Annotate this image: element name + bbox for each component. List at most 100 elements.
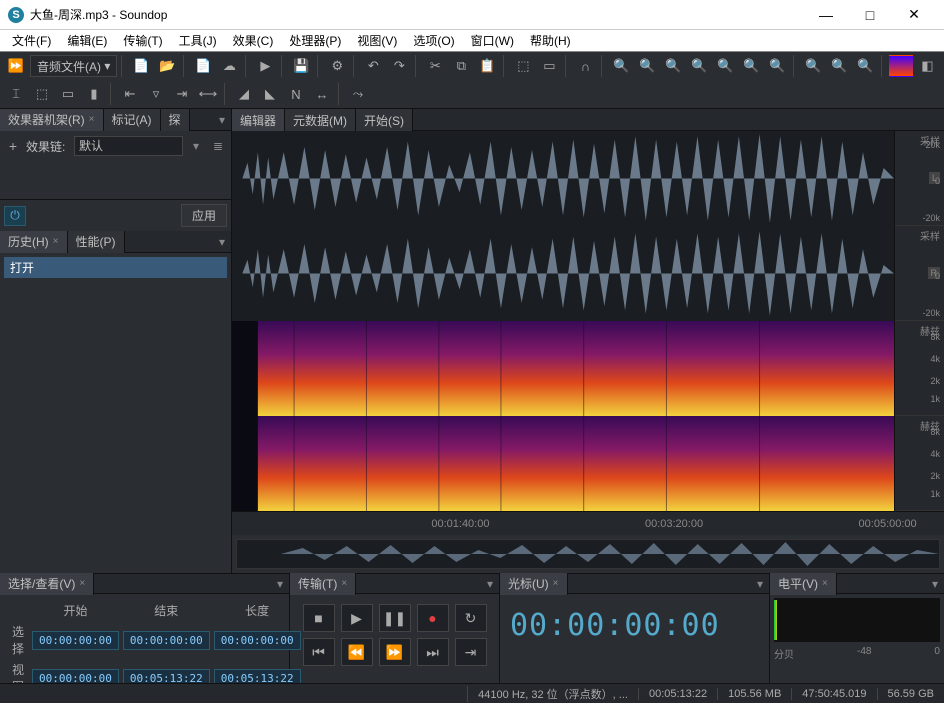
history-item[interactable]: 打开 (4, 257, 227, 278)
menu-effects[interactable]: 效果(C) (225, 30, 282, 51)
zoom-in-icon[interactable]: 🔍 (609, 55, 633, 77)
batch-icon[interactable]: ☁ (217, 55, 241, 77)
maximize-button[interactable]: □ (848, 0, 892, 30)
go-start-button[interactable]: ⏮ (303, 638, 335, 666)
reverse-icon[interactable]: ↔ (310, 83, 334, 105)
sel-start[interactable]: 00:00:00:00 (32, 631, 119, 650)
toggle-panel-icon[interactable]: ⏩ (4, 55, 28, 77)
pause-button[interactable]: ❚❚ (379, 604, 411, 632)
zoom-vin-icon[interactable]: 🔍 (801, 55, 825, 77)
marker-next-icon[interactable]: ⇥ (170, 83, 194, 105)
record-file-icon[interactable]: 📄 (191, 55, 215, 77)
panel-menu-icon[interactable]: ▾ (213, 113, 231, 127)
apply-button[interactable]: 应用 (181, 204, 227, 227)
menu-processors[interactable]: 处理器(P) (281, 30, 349, 51)
zoom-vout-icon[interactable]: 🔍 (827, 55, 851, 77)
go-end-button[interactable]: ⏭ (417, 638, 449, 666)
tool-brush-icon[interactable]: ▮ (82, 83, 106, 105)
loop-button[interactable]: ↻ (455, 604, 487, 632)
fx-preset-select[interactable]: 默认 (74, 136, 183, 156)
tab-level[interactable]: 电平(V)× (770, 573, 837, 595)
sel-len[interactable]: 00:00:00:00 (214, 631, 301, 650)
power-icon[interactable]: ⏻ (4, 206, 26, 226)
tab-cursor[interactable]: 光标(U)× (500, 573, 568, 595)
rewind-button[interactable]: ⏪ (341, 638, 373, 666)
tab-select-view[interactable]: 选择/查看(V)× (0, 573, 94, 595)
overview[interactable] (236, 539, 940, 569)
marker-region-icon[interactable]: ⟷ (196, 83, 220, 105)
panel-menu-icon[interactable]: ▾ (213, 235, 231, 249)
timeline[interactable]: 00:01:40:00 00:03:20:00 00:05:00:00 (232, 511, 944, 535)
tool-cursor-icon[interactable]: ⌶ (4, 83, 28, 105)
panel-menu-icon[interactable]: ▾ (751, 577, 769, 591)
redo-icon[interactable]: ↷ (387, 55, 411, 77)
add-effect-icon[interactable]: + (4, 138, 22, 154)
zoom-vreset-icon[interactable]: 🔍 (853, 55, 877, 77)
spectral-color-icon[interactable] (889, 55, 913, 77)
menu-window[interactable]: 窗口(W) (463, 30, 522, 51)
snap-icon[interactable]: ∩ (573, 55, 597, 77)
audiofile-selector[interactable]: 音频文件(A) ▾ (30, 55, 117, 77)
select-range-icon[interactable]: ⬚ (511, 55, 535, 77)
panel-menu-icon[interactable]: ▾ (271, 577, 289, 591)
list-icon[interactable]: ≣ (209, 139, 227, 153)
tab-transport[interactable]: 传输(T)× (290, 573, 356, 595)
select-all-icon[interactable]: ▭ (537, 55, 561, 77)
close-icon[interactable]: × (53, 236, 59, 247)
open-folder-icon[interactable]: 📂 (155, 55, 179, 77)
tab-performance[interactable]: 性能(P) (68, 231, 125, 253)
menu-edit[interactable]: 编辑(E) (59, 30, 115, 51)
close-button[interactable]: ✕ (892, 0, 936, 30)
zoom-v-icon[interactable]: 🔍 (739, 55, 763, 77)
window-title: 大鱼-周深.mp3 - Soundop (30, 6, 804, 23)
play-icon[interactable]: ▶ (253, 55, 277, 77)
tab-markers[interactable]: 标记(A) (104, 109, 161, 131)
tab-fxrack[interactable]: 效果器机架(R)× (0, 109, 104, 131)
zoom-h-icon[interactable]: 🔍 (713, 55, 737, 77)
skip-button[interactable]: ⇥ (455, 638, 487, 666)
zoom-reset-icon[interactable]: 🔍 (765, 55, 789, 77)
copy-icon[interactable]: ⧉ (449, 55, 473, 77)
tab-browse[interactable]: 探 (161, 109, 190, 131)
marker-prev-icon[interactable]: ⇤ (118, 83, 142, 105)
undo-icon[interactable]: ↶ (361, 55, 385, 77)
stop-button[interactable]: ■ (303, 604, 335, 632)
waveform-display[interactable]: 采样L20k0-20k 采样R0-20k 赫兹8k4k2k1k 赫兹8k4k2k… (232, 131, 944, 511)
settings-icon[interactable]: ⚙ (325, 55, 349, 77)
fade-in-icon[interactable]: ◢ (232, 83, 256, 105)
save-icon[interactable]: 💾 (289, 55, 313, 77)
panel-menu-icon[interactable]: ▾ (926, 577, 944, 591)
menu-view[interactable]: 视图(V) (349, 30, 405, 51)
cursor-time-display: 00:00:00:00 (500, 594, 769, 657)
panel-menu-icon[interactable]: ▾ (481, 577, 499, 591)
sel-end[interactable]: 00:00:00:00 (123, 631, 210, 650)
zoom-out-icon[interactable]: 🔍 (635, 55, 659, 77)
menu-tools[interactable]: 工具(J) (171, 30, 225, 51)
tool-range-icon[interactable]: ⬚ (30, 83, 54, 105)
forward-button[interactable]: ⏩ (379, 638, 411, 666)
chevron-down-icon[interactable]: ▾ (187, 139, 205, 153)
tab-history[interactable]: 历史(H)× (0, 231, 68, 253)
layout-icon[interactable]: ◧ (915, 55, 939, 77)
menu-help[interactable]: 帮助(H) (522, 30, 579, 51)
play-button[interactable]: ▶ (341, 604, 373, 632)
marker-add-icon[interactable]: ▿ (144, 83, 168, 105)
tab-editor[interactable]: 编辑器 (232, 109, 285, 131)
menu-options[interactable]: 选项(O) (405, 30, 462, 51)
zoom-sel-icon[interactable]: 🔍 (687, 55, 711, 77)
cut-icon[interactable]: ✂ (423, 55, 447, 77)
tab-start[interactable]: 开始(S) (356, 109, 413, 131)
menu-file[interactable]: 文件(F) (4, 30, 59, 51)
close-icon[interactable]: × (89, 114, 95, 125)
new-file-icon[interactable]: 📄 (129, 55, 153, 77)
tool-marquee-icon[interactable]: ▭ (56, 83, 80, 105)
minimize-button[interactable]: — (804, 0, 848, 30)
record-button[interactable]: ● (417, 604, 449, 632)
menu-transport[interactable]: 传输(T) (115, 30, 170, 51)
crossfade-icon[interactable]: ⤳ (346, 83, 370, 105)
paste-icon[interactable]: 📋 (475, 55, 499, 77)
fade-out-icon[interactable]: ◣ (258, 83, 282, 105)
tab-metadata[interactable]: 元数据(M) (285, 109, 356, 131)
zoom-fit-icon[interactable]: 🔍 (661, 55, 685, 77)
normalize-icon[interactable]: N (284, 83, 308, 105)
